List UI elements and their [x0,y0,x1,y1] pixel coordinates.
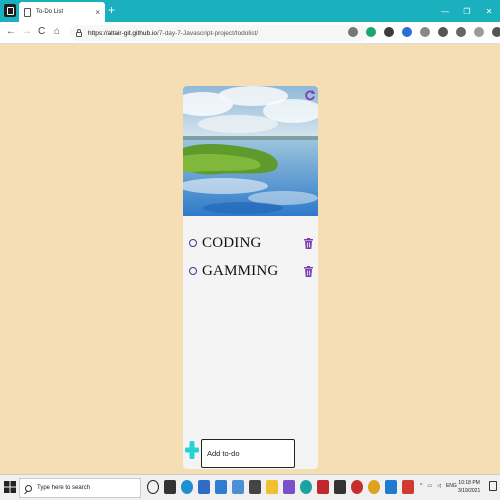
lock-icon [76,28,82,37]
taskbar-app-icons [147,480,414,494]
address-bar: ← → C ⌂ https://altair-git.github.io/7-d… [0,22,500,44]
tab-close-icon[interactable]: × [95,8,100,17]
window-controls: — ❐ ✕ [434,0,500,22]
header-landscape-image [183,86,318,216]
window-menu-icon[interactable] [4,4,16,17]
url-text: https://altair-git.github.io/7-day-7-Jav… [88,30,258,37]
todo-text[interactable]: CODING [202,235,262,252]
vscode-app-icon[interactable] [385,480,397,494]
app-icon[interactable] [334,480,346,494]
taskbar-search-box[interactable]: Type here to search [19,478,141,498]
task-view-icon[interactable] [164,480,176,494]
todo-item: GAMMING [183,257,318,285]
landscape-image [183,86,318,216]
volume-icon[interactable]: ◁ [437,483,441,489]
extension-download-icon[interactable] [402,27,412,37]
app-icon[interactable] [249,480,261,494]
todo-text[interactable]: GAMMING [202,263,278,280]
add-plus-icon[interactable] [185,441,199,459]
todo-list: CODING GAMMING [183,229,318,285]
url-host: https://altair-git.github.io [88,29,158,37]
windows-taskbar: Type here to search ^ ▭ ◁ ENG 10:18 PM 3… [0,474,500,500]
mail-app-icon[interactable] [198,480,210,494]
complete-circle-icon[interactable] [189,239,197,247]
cortana-icon[interactable] [147,480,159,494]
url-path: /7-day-7-Javascript-project/todolist/ [157,29,259,37]
windows-start-icon[interactable] [4,481,16,493]
clock-time: 10:18 PM [458,480,480,486]
notification-center-icon[interactable] [489,481,497,491]
collections-icon[interactable] [456,27,466,37]
browser-tab-bar: To-Do List × + — ❐ ✕ [0,0,500,22]
trash-icon[interactable] [304,265,313,277]
trash-icon[interactable] [304,237,313,249]
app-icon[interactable] [300,480,312,494]
photos-app-icon[interactable] [232,480,244,494]
app-icon[interactable] [402,480,414,494]
profile-avatar[interactable] [474,27,484,37]
back-button[interactable]: ← [6,26,16,38]
page-favicon-icon [24,7,31,17]
extension-grammarly-icon[interactable] [366,27,376,37]
clock-date: 3/19/2021 [458,488,481,494]
todo-app-card: CODING GAMMING [183,86,318,469]
forward-button[interactable]: → [22,26,32,38]
maximize-button[interactable]: ❐ [456,0,478,22]
reload-button[interactable]: C [38,26,45,38]
file-explorer-icon[interactable] [266,480,278,494]
extension-edge-icon[interactable] [420,27,430,37]
favorites-icon[interactable] [438,27,448,37]
app-icon[interactable] [351,480,363,494]
url-field[interactable]: https://altair-git.github.io/7-day-7-Jav… [70,25,370,41]
network-icon[interactable]: ▭ [427,483,432,489]
more-menu-icon[interactable] [492,27,500,37]
extension-pin-icon[interactable] [384,27,394,37]
reader-mode-icon[interactable] [348,27,358,37]
tray-chevron-icon[interactable]: ^ [420,483,422,489]
complete-circle-icon[interactable] [189,267,197,275]
extension-icons [348,27,500,37]
home-button[interactable]: ⌂ [54,26,60,38]
app-icon[interactable] [317,480,329,494]
search-placeholder: Type here to search [37,485,91,491]
todo-item: CODING [183,229,318,257]
minimize-button[interactable]: — [434,0,456,22]
app-icon[interactable] [283,480,295,494]
close-window-button[interactable]: ✕ [478,0,500,22]
taskbar-clock[interactable]: 10:18 PM 3/19/2021 [458,479,480,495]
system-tray: ^ ▭ ◁ ENG [420,483,457,489]
tab-title: To-Do List [36,9,64,15]
language-indicator[interactable]: ENG [446,483,457,489]
search-icon [25,484,32,492]
browser-tab[interactable]: To-Do List × [19,2,105,22]
store-app-icon[interactable] [215,480,227,494]
new-tab-button[interactable]: + [108,4,115,16]
add-todo-input[interactable] [201,439,295,468]
edge-app-icon[interactable] [181,480,193,494]
chrome-app-icon[interactable] [368,480,380,494]
refresh-icon[interactable] [304,89,316,101]
